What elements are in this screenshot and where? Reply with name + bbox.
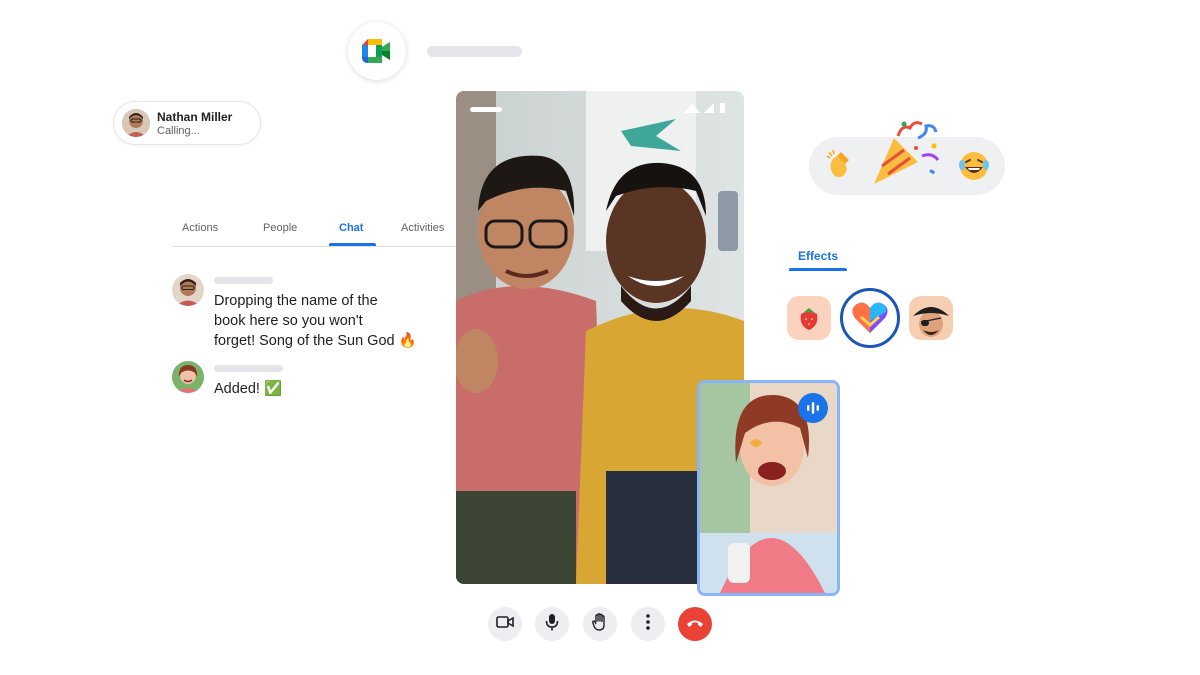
audio-wave-icon: [798, 393, 828, 423]
self-view-video[interactable]: [697, 380, 840, 596]
microphone-icon: [545, 613, 559, 636]
tab-actions[interactable]: Actions: [182, 222, 218, 234]
end-call-button[interactable]: [678, 607, 712, 641]
laughing-face-icon[interactable]: [957, 149, 991, 183]
raise-hand-button[interactable]: [583, 607, 617, 641]
caller-name: Nathan Miller: [157, 110, 233, 124]
tab-people[interactable]: People: [263, 222, 297, 234]
camera-button[interactable]: [488, 607, 522, 641]
chat-message-line: book here so you won't: [214, 313, 363, 329]
avatar: [172, 274, 204, 306]
avatar: [122, 109, 150, 137]
party-popper-icon[interactable]: [868, 118, 944, 188]
tabs-divider: [172, 246, 462, 247]
active-tab-indicator: [789, 268, 847, 271]
heart-effect-icon[interactable]: [840, 288, 900, 348]
microphone-button[interactable]: [535, 607, 569, 641]
sender-name-placeholder: [214, 365, 283, 372]
end-call-icon: [686, 615, 704, 633]
sender-name-placeholder: [214, 277, 273, 284]
video-camera-icon: [496, 615, 514, 634]
tab-activities[interactable]: Activities: [401, 222, 444, 234]
strawberry-effect-icon[interactable]: [787, 296, 831, 340]
caller-status: Calling...: [157, 125, 200, 137]
tab-effects[interactable]: Effects: [798, 249, 838, 263]
active-tab-indicator: [329, 243, 376, 246]
google-meet-icon: [348, 22, 406, 80]
chat-message: Added! ✅: [214, 379, 282, 399]
avatar: [172, 361, 204, 393]
chat-message-line: Dropping the name of the: [214, 293, 378, 309]
tab-chat[interactable]: Chat: [339, 222, 363, 234]
raise-hand-icon: [592, 612, 608, 636]
pirate-effect-icon[interactable]: [909, 296, 953, 340]
more-options-button[interactable]: [631, 607, 665, 641]
chat-message-line: forget! Song of the Sun God 🔥: [214, 333, 417, 349]
chat-message: Dropping the name of the book here so yo…: [214, 291, 417, 351]
more-vert-icon: [646, 613, 650, 635]
chat-message-line: Added! ✅: [214, 381, 283, 397]
caller-chip[interactable]: Nathan Miller Calling...: [114, 102, 260, 144]
clapping-hands-icon[interactable]: [823, 148, 859, 184]
title-placeholder: [427, 46, 522, 57]
